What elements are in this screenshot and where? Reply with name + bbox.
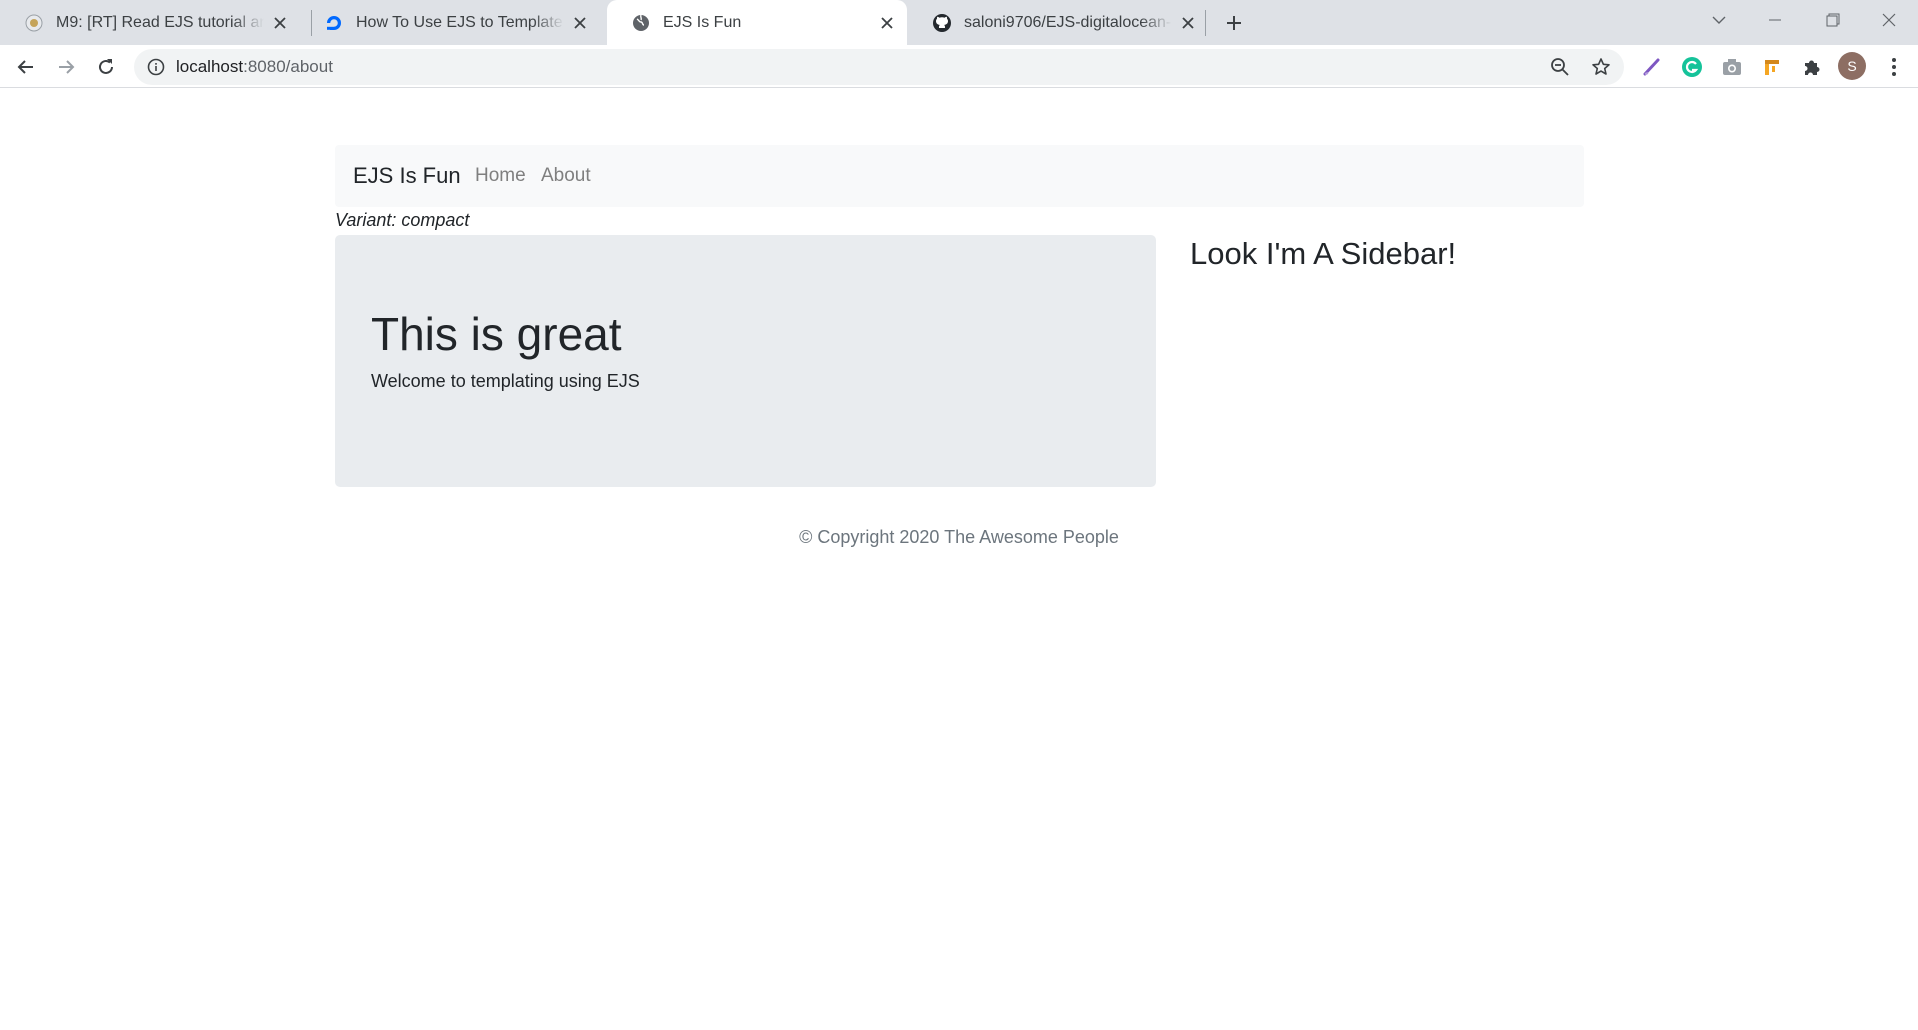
url-host: localhost (176, 57, 244, 76)
profile-avatar[interactable]: S (1838, 52, 1866, 80)
tab-separator (1205, 10, 1206, 36)
extensions-puzzle-icon[interactable] (1798, 53, 1826, 81)
tab-title: M9: [RT] Read EJS tutorial and do (56, 13, 264, 31)
restore-icon (1826, 13, 1840, 27)
close-tab-icon[interactable] (1178, 13, 1198, 33)
close-tab-icon[interactable] (270, 13, 290, 33)
tab-title: saloni9706/EJS-digitalocean-tuto (964, 13, 1172, 31)
digitalocean-icon (324, 13, 344, 33)
zoom-icon[interactable] (1547, 54, 1573, 80)
info-icon[interactable] (146, 57, 166, 77)
chevron-down-icon (1712, 16, 1726, 24)
jumbotron-heading: This is great (371, 308, 622, 360)
tab-ejs-is-fun[interactable]: EJS Is Fun (607, 0, 907, 45)
arrow-left-icon (17, 60, 33, 74)
globe-icon (631, 13, 651, 33)
web-page: EJS Is Fun Home About Variant: compact T… (0, 88, 1918, 1030)
github-icon (932, 13, 952, 33)
pen-extension-icon[interactable] (1638, 53, 1666, 81)
plus-icon (1227, 16, 1241, 30)
camera-icon[interactable] (1718, 53, 1746, 81)
browser-menu-button[interactable] (1880, 53, 1908, 81)
course-favicon-icon (24, 13, 44, 33)
url-path: :8080/about (243, 57, 333, 76)
nav-link-about[interactable]: About (541, 165, 591, 187)
close-window-button[interactable] (1866, 0, 1912, 40)
kebab-menu-icon (1892, 58, 1896, 76)
tab-search-button[interactable] (1696, 0, 1742, 40)
variant-label: Variant: compact (335, 210, 470, 230)
new-tab-button[interactable] (1220, 9, 1248, 37)
bookmark-star-icon[interactable] (1588, 54, 1614, 80)
address-url[interactable]: localhost:8080/about (176, 57, 333, 77)
close-tab-icon[interactable] (570, 13, 590, 33)
site-navbar: EJS Is Fun Home About (335, 145, 1584, 207)
tab-github[interactable]: saloni9706/EJS-digitalocean-tuto (908, 0, 1208, 45)
highlighter-extension-icon[interactable] (1758, 53, 1786, 81)
tab-digitalocean[interactable]: How To Use EJS to Template Your (300, 0, 600, 45)
tab-course[interactable]: M9: [RT] Read EJS tutorial and do (0, 0, 300, 45)
footer-copyright: © Copyright 2020 The Awesome People (799, 527, 1119, 547)
forward-button[interactable] (50, 51, 82, 83)
restore-button[interactable] (1810, 0, 1856, 40)
sidebar-heading: Look I'm A Sidebar! (1190, 236, 1457, 271)
minimize-button[interactable] (1752, 0, 1798, 40)
minimize-icon (1769, 19, 1781, 21)
reload-icon (99, 59, 113, 74)
jumbotron: This is great Welcome to templating usin… (335, 235, 1156, 487)
reload-button[interactable] (90, 51, 122, 83)
close-tab-icon[interactable] (877, 13, 897, 33)
grammarly-icon[interactable] (1678, 53, 1706, 81)
tab-strip: M9: [RT] Read EJS tutorial and do How To… (0, 0, 1918, 45)
nav-link-home[interactable]: Home (475, 165, 526, 187)
address-bar[interactable]: localhost:8080/about (134, 49, 1624, 85)
back-button[interactable] (10, 51, 42, 83)
tab-title: EJS Is Fun (663, 13, 742, 31)
close-icon (1882, 13, 1896, 27)
tab-title: How To Use EJS to Template Your (356, 13, 564, 31)
navbar-brand[interactable]: EJS Is Fun (353, 163, 461, 189)
arrow-right-icon (59, 60, 75, 74)
jumbotron-text: Welcome to templating using EJS (371, 371, 640, 391)
browser-toolbar: localhost:8080/about (0, 45, 1918, 88)
